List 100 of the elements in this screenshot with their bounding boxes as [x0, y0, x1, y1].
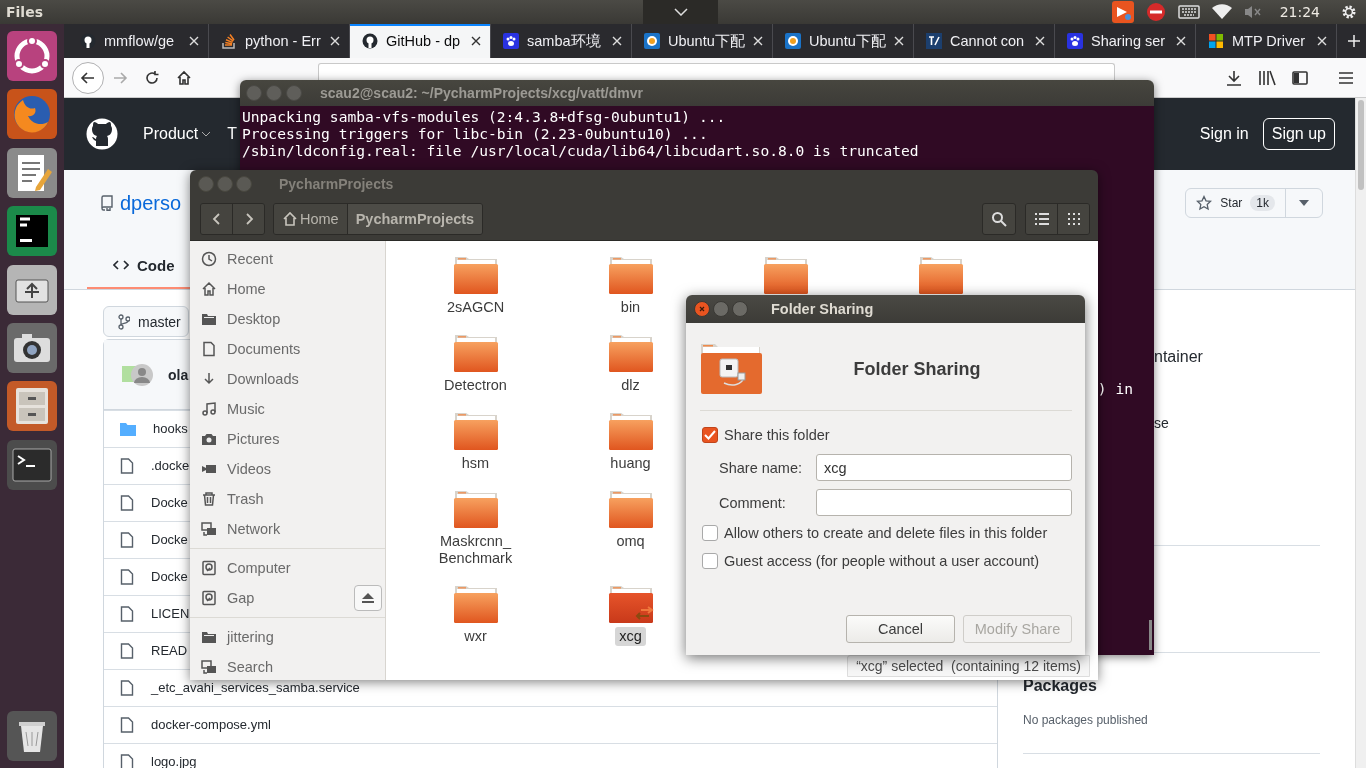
folder-icon[interactable] [451, 489, 500, 529]
library-icon[interactable] [1258, 69, 1276, 86]
back-button[interactable] [72, 61, 104, 94]
folder-icon[interactable] [451, 411, 500, 451]
sidebar-item[interactable]: Computer [190, 553, 385, 583]
folder-icon[interactable] [451, 584, 500, 624]
file-link[interactable]: READ [151, 645, 188, 657]
checkbox-label[interactable]: Allow others to create and delete files in this folder [724, 525, 1048, 541]
sign-in-link[interactable]: Sign in [1199, 125, 1249, 143]
sidebar-icon[interactable] [1292, 69, 1308, 86]
sidebar-item[interactable]: jittering [190, 622, 385, 652]
folder-icon[interactable] [606, 489, 655, 529]
file-link[interactable]: docker-compose.yml [151, 719, 271, 731]
new-tab-icon[interactable] [1347, 34, 1361, 48]
settings-icon[interactable] [1340, 3, 1358, 21]
file-name[interactable]: 2sAGCN [442, 298, 509, 317]
input-field[interactable]: xcg [816, 454, 1072, 481]
nav-menu[interactable]: Product [143, 125, 212, 143]
keyboard-icon[interactable] [1177, 5, 1200, 19]
file-link[interactable]: Docke [151, 497, 188, 509]
sidebar-item[interactable]: Videos [190, 454, 385, 484]
drive-icon[interactable] [6, 263, 58, 316]
ide-icon[interactable] [6, 205, 58, 258]
checkbox-label[interactable]: Share this folder [724, 427, 830, 443]
file-cabinet-icon[interactable] [6, 380, 58, 433]
input-field[interactable] [816, 489, 1072, 516]
grid-view-button[interactable] [1057, 204, 1089, 234]
forward-button[interactable] [232, 204, 264, 234]
home-icon[interactable] [176, 69, 192, 86]
sign-up-button[interactable]: Sign up [1262, 118, 1335, 150]
scrollbar[interactable] [1355, 98, 1366, 768]
repo-owner-link[interactable]: dperso [120, 191, 182, 215]
list-view-button[interactable] [1026, 204, 1057, 234]
file-name[interactable]: huang [606, 454, 655, 473]
browser-tab[interactable]: GitHub - dp [350, 24, 491, 58]
clock[interactable]: 21:24 [1279, 4, 1320, 20]
repo-tab[interactable]: Code [87, 241, 191, 289]
indicator-icon[interactable] [1111, 1, 1134, 23]
file-name[interactable]: hsm [457, 454, 494, 473]
checkbox[interactable] [702, 525, 718, 541]
address-field[interactable] [318, 63, 1115, 80]
file-name[interactable]: bin [616, 298, 645, 317]
checkbox[interactable] [702, 553, 718, 569]
camera-icon[interactable] [6, 321, 58, 374]
sidebar-item[interactable]: Search [190, 652, 385, 680]
close-button[interactable] [694, 301, 710, 317]
terminal-icon[interactable] [6, 438, 58, 491]
sidebar-item[interactable]: Documents [190, 334, 385, 364]
file-name[interactable]: xcg [615, 627, 646, 646]
file-link[interactable]: .docke [151, 460, 190, 472]
file-name[interactable]: omq [612, 532, 649, 551]
cancel-button[interactable]: Cancel [846, 615, 955, 643]
folder-icon[interactable] [761, 255, 810, 295]
sidebar-item[interactable]: Recent [190, 244, 385, 274]
wifi-icon[interactable] [1211, 4, 1232, 20]
folder-icon[interactable] [451, 333, 500, 373]
file-link[interactable]: hooks [153, 423, 188, 435]
file-link[interactable]: logo.jpg [151, 756, 197, 768]
folder-icon[interactable] [916, 255, 965, 295]
sidebar-item[interactable]: Downloads [190, 364, 385, 394]
file-name[interactable]: Maskrcnn_Benchmark [421, 532, 530, 568]
path-button[interactable]: PycharmProjects [346, 204, 483, 234]
branch-button[interactable]: master [103, 306, 189, 337]
file-name[interactable]: Detectron [440, 376, 511, 395]
back-button[interactable] [201, 204, 232, 234]
file-link[interactable]: LICEN [151, 608, 190, 620]
folder-icon[interactable] [451, 255, 500, 295]
sidebar-item[interactable]: Music [190, 394, 385, 424]
menu-icon[interactable] [1338, 69, 1354, 86]
nav-menu[interactable]: T [227, 125, 237, 143]
scrollbar[interactable] [1149, 620, 1152, 650]
close-icon[interactable] [471, 36, 481, 46]
file-link[interactable]: Docke [151, 571, 188, 583]
sidebar-item[interactable]: Pictures [190, 424, 385, 454]
search-button[interactable] [982, 203, 1016, 235]
checkbox-label[interactable]: Guest access (for people without a user account) [724, 553, 1040, 569]
logo-icon[interactable] [86, 118, 118, 150]
shared-folder-icon[interactable] [606, 584, 655, 624]
sidebar-item[interactable]: Trash [190, 484, 385, 514]
text-editor-icon[interactable] [6, 146, 58, 199]
eject-button[interactable] [354, 585, 382, 611]
sidebar-item[interactable]: Network [190, 514, 385, 544]
trash-icon[interactable] [6, 710, 58, 762]
panel-handle[interactable] [643, 0, 718, 24]
folder-icon[interactable] [606, 333, 655, 373]
volume-icon[interactable] [1243, 5, 1262, 19]
file-name[interactable]: wxr [460, 627, 491, 646]
file-link[interactable]: Docke [151, 534, 188, 546]
sidebar-item[interactable]: Gap [190, 583, 385, 613]
commit-author[interactable]: ola [168, 366, 189, 383]
path-button[interactable]: Home [274, 204, 347, 234]
sidebar-item[interactable]: Desktop [190, 304, 385, 334]
dash-icon[interactable] [6, 30, 58, 82]
no-entry-icon[interactable] [1145, 2, 1166, 22]
folder-icon[interactable] [606, 411, 655, 451]
browser-icon[interactable] [6, 88, 58, 141]
reload-icon[interactable] [144, 69, 160, 86]
sidebar-item[interactable]: Home [190, 274, 385, 304]
download-icon[interactable] [1226, 69, 1242, 86]
file-link[interactable]: _etc_avahi_services_samba.service [151, 682, 360, 694]
